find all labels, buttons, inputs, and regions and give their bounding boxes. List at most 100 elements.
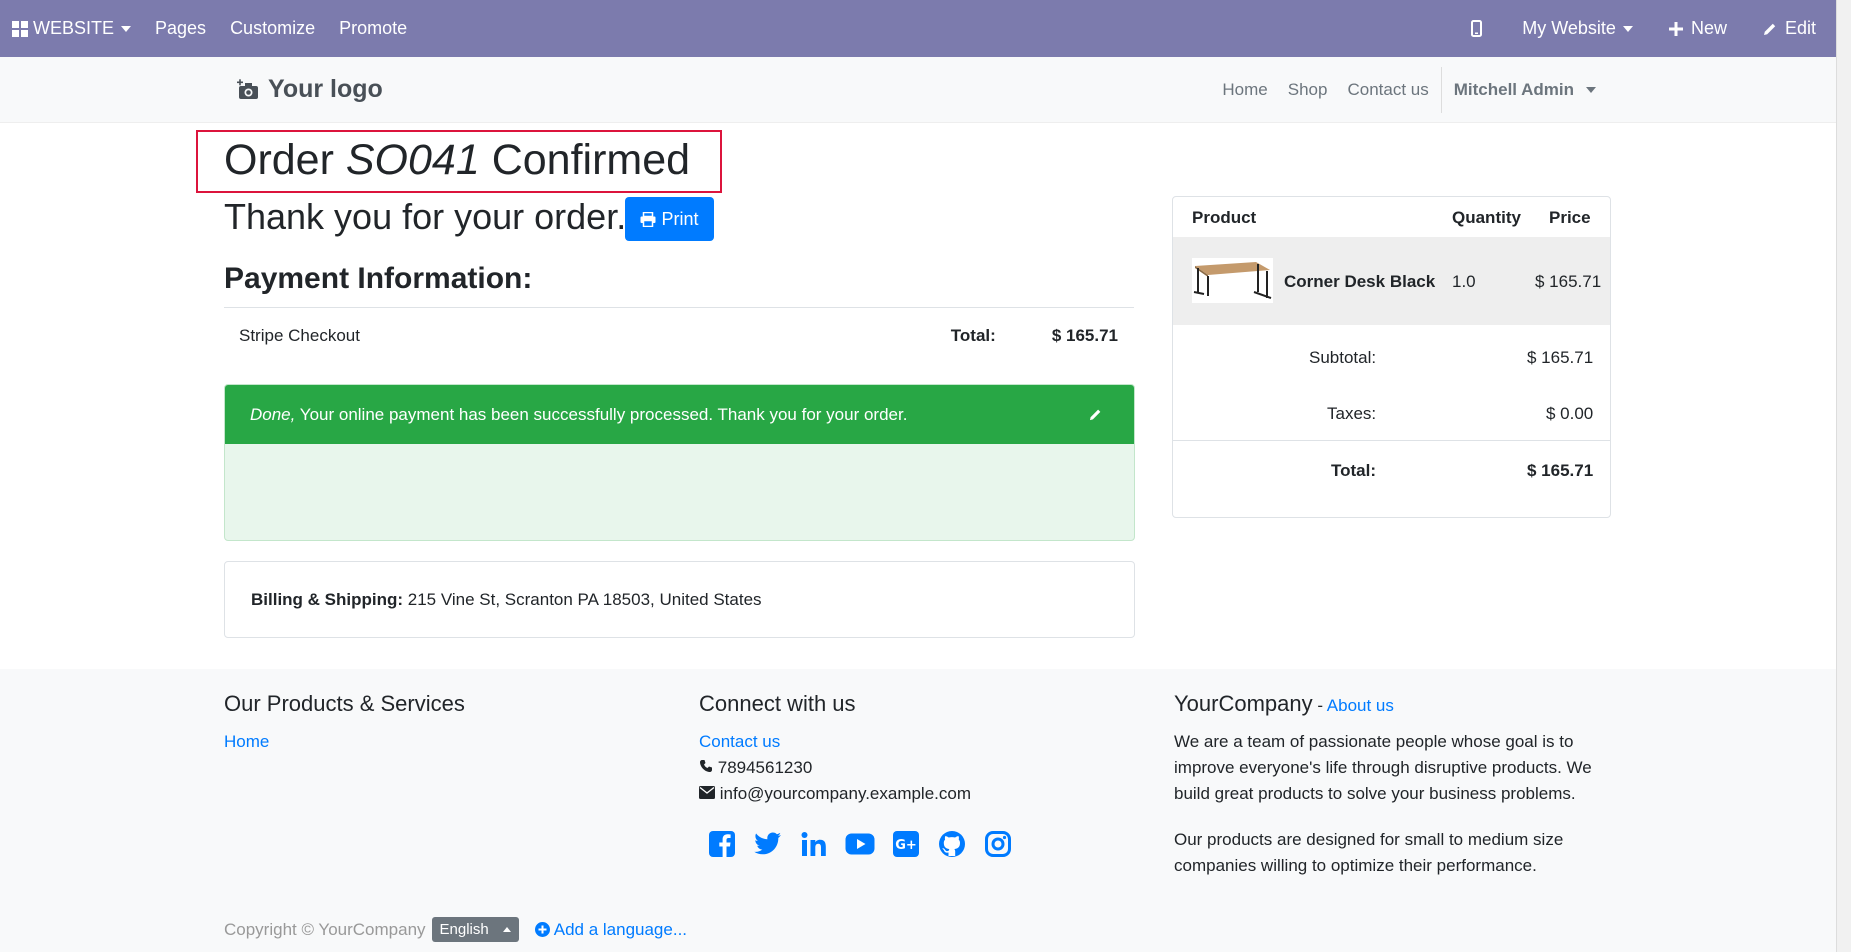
thank-you-text: Thank you for your order. bbox=[224, 196, 627, 237]
summary-header: Product Quantity Price bbox=[1173, 197, 1610, 237]
alert-header: Done, Your online payment has been succe… bbox=[225, 385, 1134, 444]
printer-icon bbox=[640, 211, 656, 227]
site-header: Your logo Home Shop Contact us Mitchell … bbox=[0, 57, 1836, 123]
email-address: info@yourcompany.example.com bbox=[719, 784, 972, 803]
site-selector[interactable]: My Website bbox=[1510, 0, 1657, 57]
billing-label: Billing & Shipping: bbox=[251, 589, 404, 609]
instagram-icon[interactable] bbox=[981, 827, 1015, 861]
github-icon[interactable] bbox=[935, 827, 969, 861]
edit-button-label: Edit bbox=[1784, 18, 1816, 38]
payment-success-alert: Done, Your online payment has been succe… bbox=[224, 384, 1135, 541]
footer-connect: Connect with us Contact us 7894561230 in… bbox=[699, 691, 1027, 861]
apps-grid-icon bbox=[12, 20, 28, 37]
alert-message: Your online payment has been successfull… bbox=[295, 404, 908, 424]
svg-text:G+: G+ bbox=[895, 838, 917, 853]
plus-circle-icon bbox=[534, 922, 550, 937]
product-price: $ 165.71 bbox=[1535, 272, 1602, 291]
payment-method: Stripe Checkout bbox=[239, 326, 360, 345]
customize-menu[interactable]: Customize bbox=[218, 0, 327, 57]
summary-divider bbox=[1173, 440, 1610, 441]
language-label: English bbox=[439, 921, 489, 938]
footer-email: info@yourcompany.example.com bbox=[699, 781, 1027, 807]
taxes-value: $ 0.00 bbox=[1546, 404, 1594, 423]
title-separator: - bbox=[1312, 696, 1327, 715]
footer-home-link[interactable]: Home bbox=[224, 732, 269, 751]
copyright-bar: Copyright © YourCompany English Add a la… bbox=[224, 917, 687, 942]
payment-row: Stripe Checkout Total: $ 165.71 bbox=[224, 307, 1134, 364]
google-plus-icon[interactable]: G+ bbox=[889, 827, 923, 861]
subtotal-value: $ 165.71 bbox=[1527, 348, 1594, 367]
facebook-icon[interactable] bbox=[705, 827, 739, 861]
payment-total-value: $ 165.71 bbox=[1051, 326, 1118, 345]
title-prefix: Order bbox=[224, 136, 334, 184]
company-name: YourCompany bbox=[1174, 691, 1313, 716]
phone-number: 7894561230 bbox=[717, 758, 813, 777]
caret-down-icon bbox=[121, 25, 132, 32]
twitter-icon[interactable] bbox=[751, 827, 785, 861]
caret-up-icon bbox=[502, 927, 511, 932]
linkedin-icon[interactable] bbox=[797, 827, 831, 861]
product-row: Corner Desk Black 1.0 $ 165.71 bbox=[1173, 237, 1610, 325]
mobile-preview-button[interactable] bbox=[1459, 0, 1510, 57]
edit-button[interactable]: Edit bbox=[1751, 0, 1836, 57]
footer-about-title: YourCompany - About us bbox=[1174, 691, 1610, 717]
payment-total-label: Total: bbox=[950, 326, 996, 345]
order-reference: SO041 bbox=[345, 136, 480, 184]
admin-bar: WEBSITE Pages Customize Promote My Websi… bbox=[0, 0, 1836, 57]
new-button[interactable]: New bbox=[1657, 0, 1751, 57]
taxes-label: Taxes: bbox=[1327, 404, 1377, 423]
website-menu[interactable]: WEBSITE bbox=[0, 0, 143, 57]
footer-contact-link[interactable]: Contact us bbox=[699, 732, 780, 751]
footer-products-title: Our Products & Services bbox=[224, 691, 465, 716]
print-button-label: Print bbox=[661, 208, 699, 229]
camera-plus-icon bbox=[237, 78, 258, 99]
envelope-icon bbox=[699, 786, 715, 799]
about-us-link[interactable]: About us bbox=[1327, 696, 1394, 715]
caret-down-icon bbox=[1622, 25, 1633, 32]
user-menu[interactable]: Mitchell Admin bbox=[1442, 80, 1596, 100]
about-paragraph-2: Our products are designed for small to m… bbox=[1174, 830, 1564, 875]
youtube-icon[interactable] bbox=[843, 827, 877, 861]
col-quantity: Quantity bbox=[1452, 208, 1521, 227]
add-language-label: Add a language... bbox=[553, 919, 688, 939]
summary-total-label: Total: bbox=[1331, 461, 1377, 480]
site-selector-label: My Website bbox=[1522, 18, 1616, 38]
promote-menu[interactable]: Promote bbox=[327, 0, 419, 57]
user-name: Mitchell Admin bbox=[1453, 80, 1574, 99]
col-price: Price bbox=[1549, 208, 1591, 227]
footer-connect-title: Connect with us bbox=[699, 691, 856, 716]
pages-menu[interactable]: Pages bbox=[143, 0, 218, 57]
mobile-icon bbox=[1471, 20, 1483, 37]
site-footer: Our Products & Services Home Connect wit… bbox=[0, 669, 1836, 952]
footer-about: YourCompany - About us We are a team of … bbox=[1174, 691, 1610, 879]
desk-image bbox=[1193, 262, 1272, 299]
page-title: Order SO041 Confirmed bbox=[224, 136, 690, 185]
page-scrollbar[interactable] bbox=[1836, 0, 1851, 952]
new-button-label: New bbox=[1690, 18, 1727, 38]
print-button[interactable]: Print bbox=[625, 197, 714, 241]
main-nav: Home Shop Contact us Mitchell Admin bbox=[1212, 57, 1596, 123]
product-name[interactable]: Corner Desk Black bbox=[1284, 272, 1435, 292]
payment-heading: Payment Information: bbox=[224, 262, 533, 295]
caret-down-icon bbox=[1586, 87, 1596, 93]
product-image bbox=[1192, 258, 1273, 303]
nav-home[interactable]: Home bbox=[1212, 80, 1277, 100]
col-product: Product bbox=[1192, 208, 1257, 227]
alert-status: Done, bbox=[250, 404, 296, 424]
language-selector[interactable]: English bbox=[431, 917, 519, 942]
social-links: G+ bbox=[705, 827, 1027, 861]
pencil-icon[interactable] bbox=[1089, 408, 1102, 421]
billing-address: 215 Vine St, Scranton PA 18503, United S… bbox=[403, 589, 762, 609]
copyright-text: Copyright © YourCompany bbox=[224, 919, 426, 939]
about-paragraph-1: We are a team of passionate people whose… bbox=[1174, 732, 1592, 803]
nav-shop[interactable]: Shop bbox=[1278, 80, 1338, 100]
add-language-link[interactable]: Add a language... bbox=[534, 919, 688, 940]
logo-text: Your logo bbox=[268, 75, 383, 103]
billing-shipping-card: Billing & Shipping: 215 Vine St, Scranto… bbox=[224, 561, 1135, 638]
site-logo[interactable]: Your logo bbox=[236, 75, 383, 104]
product-quantity: 1.0 bbox=[1452, 272, 1476, 291]
title-suffix: Confirmed bbox=[491, 136, 691, 184]
subtotal-label: Subtotal: bbox=[1309, 348, 1377, 367]
summary-total-value: $ 165.71 bbox=[1527, 461, 1594, 480]
nav-contact-us[interactable]: Contact us bbox=[1337, 80, 1438, 100]
